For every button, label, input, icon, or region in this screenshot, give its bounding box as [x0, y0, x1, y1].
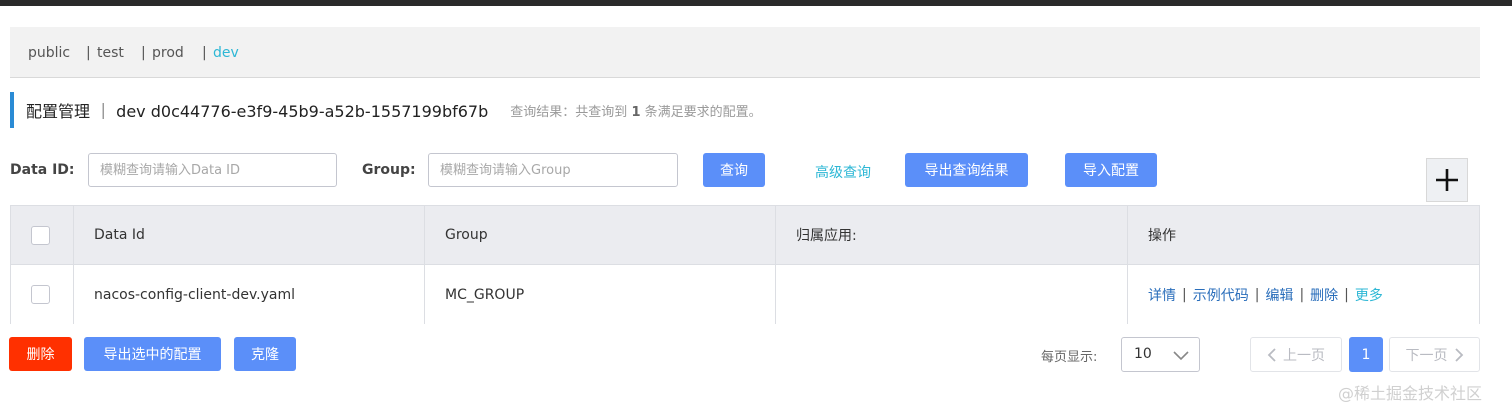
chevron-right-icon [1454, 347, 1463, 362]
prev-page-label: 上一页 [1283, 347, 1325, 364]
header-select-cell [11, 206, 74, 264]
delete-link[interactable]: 删除 [1310, 285, 1338, 305]
delete-selected-button[interactable]: 删除 [9, 337, 72, 371]
prev-page-button[interactable]: 上一页 [1250, 337, 1342, 372]
namespace-separator: | [86, 45, 91, 61]
next-page-button[interactable]: 下一页 [1389, 337, 1480, 372]
export-query-results-button[interactable]: 导出查询结果 [905, 153, 1028, 187]
action-separator: | [1182, 286, 1187, 303]
page-size-value: 10 [1134, 346, 1152, 362]
row-select-cell [11, 265, 74, 324]
row-data-id: nacos-config-client-dev.yaml [74, 265, 425, 324]
action-separator: | [1344, 286, 1349, 303]
page-title: 配置管理 ｜ dev d0c44776-e3f9-45b9-a52b-15571… [26, 102, 489, 121]
more-link[interactable]: 更多 [1355, 285, 1383, 305]
table-header: Data Id Group 归属应用: 操作 [11, 206, 1479, 265]
namespace-prod[interactable]: prod [152, 45, 184, 61]
group-label: Group: [362, 162, 416, 178]
query-result-summary: 查询结果：共查询到 1 条满足要求的配置。 [510, 101, 761, 120]
result-prefix: 查询结果：共查询到 [510, 104, 628, 120]
action-separator: | [1299, 286, 1305, 303]
group-input[interactable] [428, 153, 678, 187]
config-table: Data Id Group 归属应用: 操作 nacos-config-clie… [10, 205, 1480, 324]
row-app [776, 265, 1128, 324]
next-page-label: 下一页 [1405, 347, 1448, 364]
plus-icon [1436, 169, 1458, 191]
namespace-dev[interactable]: dev [213, 45, 239, 61]
column-header-actions: 操作 [1148, 228, 1176, 244]
result-suffix: 条满足要求的配置。 [644, 104, 762, 120]
table-row: nacos-config-client-dev.yaml MC_GROUP 详情… [11, 265, 1479, 324]
namespace-separator: | [141, 45, 146, 61]
row-checkbox[interactable] [31, 285, 50, 304]
namespace-test[interactable]: test [97, 45, 124, 61]
action-separator: | [1254, 286, 1260, 303]
result-count: 1 [631, 104, 641, 120]
chevron-left-icon [1267, 347, 1276, 362]
top-dark-strip [0, 0, 1512, 6]
import-config-button[interactable]: 导入配置 [1065, 153, 1157, 187]
namespace-bar: public | test | prod | dev [10, 27, 1480, 78]
page-size-label: 每页显示: [1041, 350, 1098, 365]
chevron-down-icon [1173, 351, 1189, 361]
details-link[interactable]: 详情 [1148, 285, 1176, 305]
namespace-public[interactable]: public [28, 45, 70, 61]
column-header-group: Group [425, 206, 776, 264]
watermark: @稀土掘金技术社区 [1338, 384, 1483, 403]
data-id-label: Data ID: [10, 162, 75, 178]
add-config-button[interactable] [1426, 158, 1468, 202]
row-group: MC_GROUP [425, 265, 776, 324]
sample-code-link[interactable]: 示例代码 [1193, 285, 1249, 305]
column-header-data-id: Data Id [74, 206, 425, 264]
query-button[interactable]: 查询 [703, 153, 765, 187]
export-selected-button[interactable]: 导出选中的配置 [84, 337, 221, 371]
page-title-bar: 配置管理 ｜ dev d0c44776-e3f9-45b9-a52b-15571… [10, 92, 762, 128]
column-header-app: 归属应用: [776, 206, 1128, 264]
current-page-button[interactable]: 1 [1349, 337, 1383, 372]
clone-button[interactable]: 克隆 [234, 337, 296, 371]
namespace-separator: | [202, 45, 207, 61]
select-all-checkbox[interactable] [31, 225, 50, 245]
edit-link[interactable]: 编辑 [1265, 285, 1293, 305]
advanced-query-link[interactable]: 高级查询 [815, 162, 871, 182]
page-size-select[interactable]: 10 [1121, 337, 1200, 372]
data-id-input[interactable] [88, 153, 337, 187]
row-actions: 详情 | 示例代码 | 编辑 | 删除 | 更多 [1128, 265, 1480, 324]
